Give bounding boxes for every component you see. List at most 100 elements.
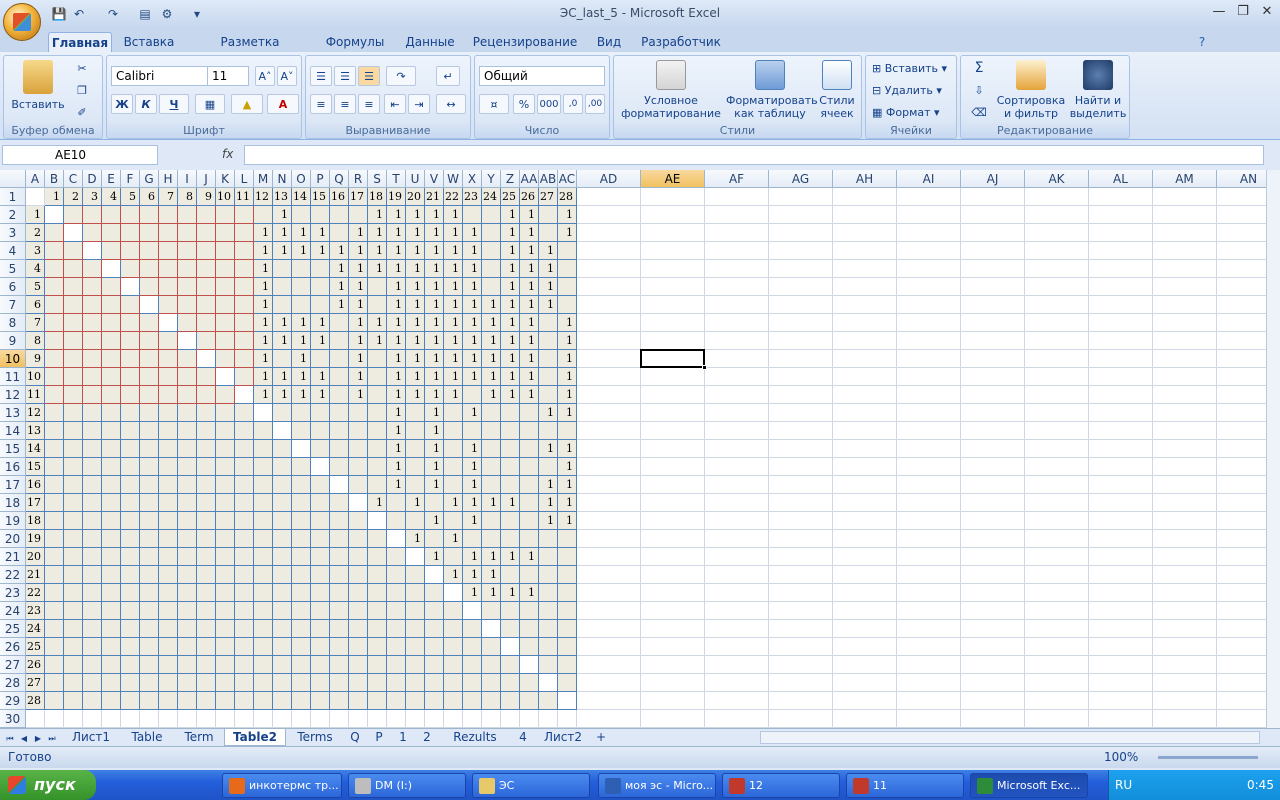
cell-F19[interactable] — [121, 512, 140, 530]
cell-A12[interactable]: 11 — [26, 386, 45, 404]
cell-Q3[interactable] — [330, 224, 349, 242]
cell-B4[interactable] — [45, 242, 64, 260]
cell-M5[interactable]: 1 — [254, 260, 273, 278]
cell-F4[interactable] — [121, 242, 140, 260]
cell-D11[interactable] — [83, 368, 102, 386]
cell-AD16[interactable] — [577, 458, 641, 476]
cell-G25[interactable] — [140, 620, 159, 638]
cell-U22[interactable] — [406, 566, 425, 584]
cell-AN25[interactable] — [1217, 620, 1266, 638]
cell-H1[interactable]: 7 — [159, 188, 178, 206]
cell-W9[interactable]: 1 — [444, 332, 463, 350]
cell-X18[interactable]: 1 — [463, 494, 482, 512]
cell-X7[interactable]: 1 — [463, 296, 482, 314]
cell-L14[interactable] — [235, 422, 254, 440]
row-header-10[interactable]: 10 — [0, 350, 26, 368]
cell-C3[interactable] — [64, 224, 83, 242]
cell-Q24[interactable] — [330, 602, 349, 620]
cell-X25[interactable] — [463, 620, 482, 638]
cell-AN19[interactable] — [1217, 512, 1266, 530]
cell-Q22[interactable] — [330, 566, 349, 584]
cell-F25[interactable] — [121, 620, 140, 638]
cell-V10[interactable]: 1 — [425, 350, 444, 368]
cell-R1[interactable]: 17 — [349, 188, 368, 206]
cell-P17[interactable] — [311, 476, 330, 494]
cell-AH1[interactable] — [833, 188, 897, 206]
cell-J29[interactable] — [197, 692, 216, 710]
cell-AC6[interactable] — [558, 278, 577, 296]
cell-Z29[interactable] — [501, 692, 520, 710]
cell-H11[interactable] — [159, 368, 178, 386]
cell-U26[interactable] — [406, 638, 425, 656]
cell-K3[interactable] — [216, 224, 235, 242]
cell-AC26[interactable] — [558, 638, 577, 656]
cell-W18[interactable]: 1 — [444, 494, 463, 512]
cell-E14[interactable] — [102, 422, 121, 440]
cell-G20[interactable] — [140, 530, 159, 548]
cell-I25[interactable] — [178, 620, 197, 638]
cell-A19[interactable]: 18 — [26, 512, 45, 530]
cell-J21[interactable] — [197, 548, 216, 566]
cell-AA16[interactable] — [520, 458, 539, 476]
increase-decimal-icon[interactable]: ,0 — [563, 94, 583, 114]
cell-AM15[interactable] — [1153, 440, 1217, 458]
cell-AL11[interactable] — [1089, 368, 1153, 386]
column-header-G[interactable]: G — [140, 170, 159, 188]
cell-AG26[interactable] — [769, 638, 833, 656]
cell-Q8[interactable] — [330, 314, 349, 332]
grow-font-icon[interactable]: A˄ — [255, 66, 275, 86]
cell-AG12[interactable] — [769, 386, 833, 404]
cell-AB18[interactable]: 1 — [539, 494, 558, 512]
cell-P12[interactable]: 1 — [311, 386, 330, 404]
cell-J1[interactable]: 9 — [197, 188, 216, 206]
cell-C16[interactable] — [64, 458, 83, 476]
cell-AJ10[interactable] — [961, 350, 1025, 368]
cell-I30[interactable] — [178, 710, 197, 728]
cell-R9[interactable]: 1 — [349, 332, 368, 350]
cell-AB8[interactable] — [539, 314, 558, 332]
row-header-23[interactable]: 23 — [0, 584, 26, 602]
cell-D10[interactable] — [83, 350, 102, 368]
cell-J20[interactable] — [197, 530, 216, 548]
cell-I28[interactable] — [178, 674, 197, 692]
cell-AB19[interactable]: 1 — [539, 512, 558, 530]
cell-N20[interactable] — [273, 530, 292, 548]
cell-U16[interactable] — [406, 458, 425, 476]
cell-AG27[interactable] — [769, 656, 833, 674]
cell-P25[interactable] — [311, 620, 330, 638]
cell-I12[interactable] — [178, 386, 197, 404]
cell-C21[interactable] — [64, 548, 83, 566]
cell-U27[interactable] — [406, 656, 425, 674]
cell-C26[interactable] — [64, 638, 83, 656]
cell-O22[interactable] — [292, 566, 311, 584]
align-center-icon[interactable]: ≡ — [334, 94, 356, 114]
cell-W4[interactable]: 1 — [444, 242, 463, 260]
cell-AD9[interactable] — [577, 332, 641, 350]
cell-AM24[interactable] — [1153, 602, 1217, 620]
cell-B28[interactable] — [45, 674, 64, 692]
cell-Z22[interactable] — [501, 566, 520, 584]
cell-U2[interactable]: 1 — [406, 206, 425, 224]
cell-Q17[interactable] — [330, 476, 349, 494]
cell-O7[interactable] — [292, 296, 311, 314]
cell-AN17[interactable] — [1217, 476, 1266, 494]
cell-L9[interactable] — [235, 332, 254, 350]
row-header-3[interactable]: 3 — [0, 224, 26, 242]
cell-AM8[interactable] — [1153, 314, 1217, 332]
cell-AD11[interactable] — [577, 368, 641, 386]
cell-Z24[interactable] — [501, 602, 520, 620]
cell-J2[interactable] — [197, 206, 216, 224]
cell-AA1[interactable]: 26 — [520, 188, 539, 206]
cell-AA30[interactable] — [520, 710, 539, 728]
cell-Q14[interactable] — [330, 422, 349, 440]
cell-AC1[interactable]: 28 — [558, 188, 577, 206]
cell-AL20[interactable] — [1089, 530, 1153, 548]
cell-AK21[interactable] — [1025, 548, 1089, 566]
row-header-24[interactable]: 24 — [0, 602, 26, 620]
cell-AI9[interactable] — [897, 332, 961, 350]
cell-K27[interactable] — [216, 656, 235, 674]
cell-AA17[interactable] — [520, 476, 539, 494]
cell-B25[interactable] — [45, 620, 64, 638]
cell-Z16[interactable] — [501, 458, 520, 476]
cell-U28[interactable] — [406, 674, 425, 692]
